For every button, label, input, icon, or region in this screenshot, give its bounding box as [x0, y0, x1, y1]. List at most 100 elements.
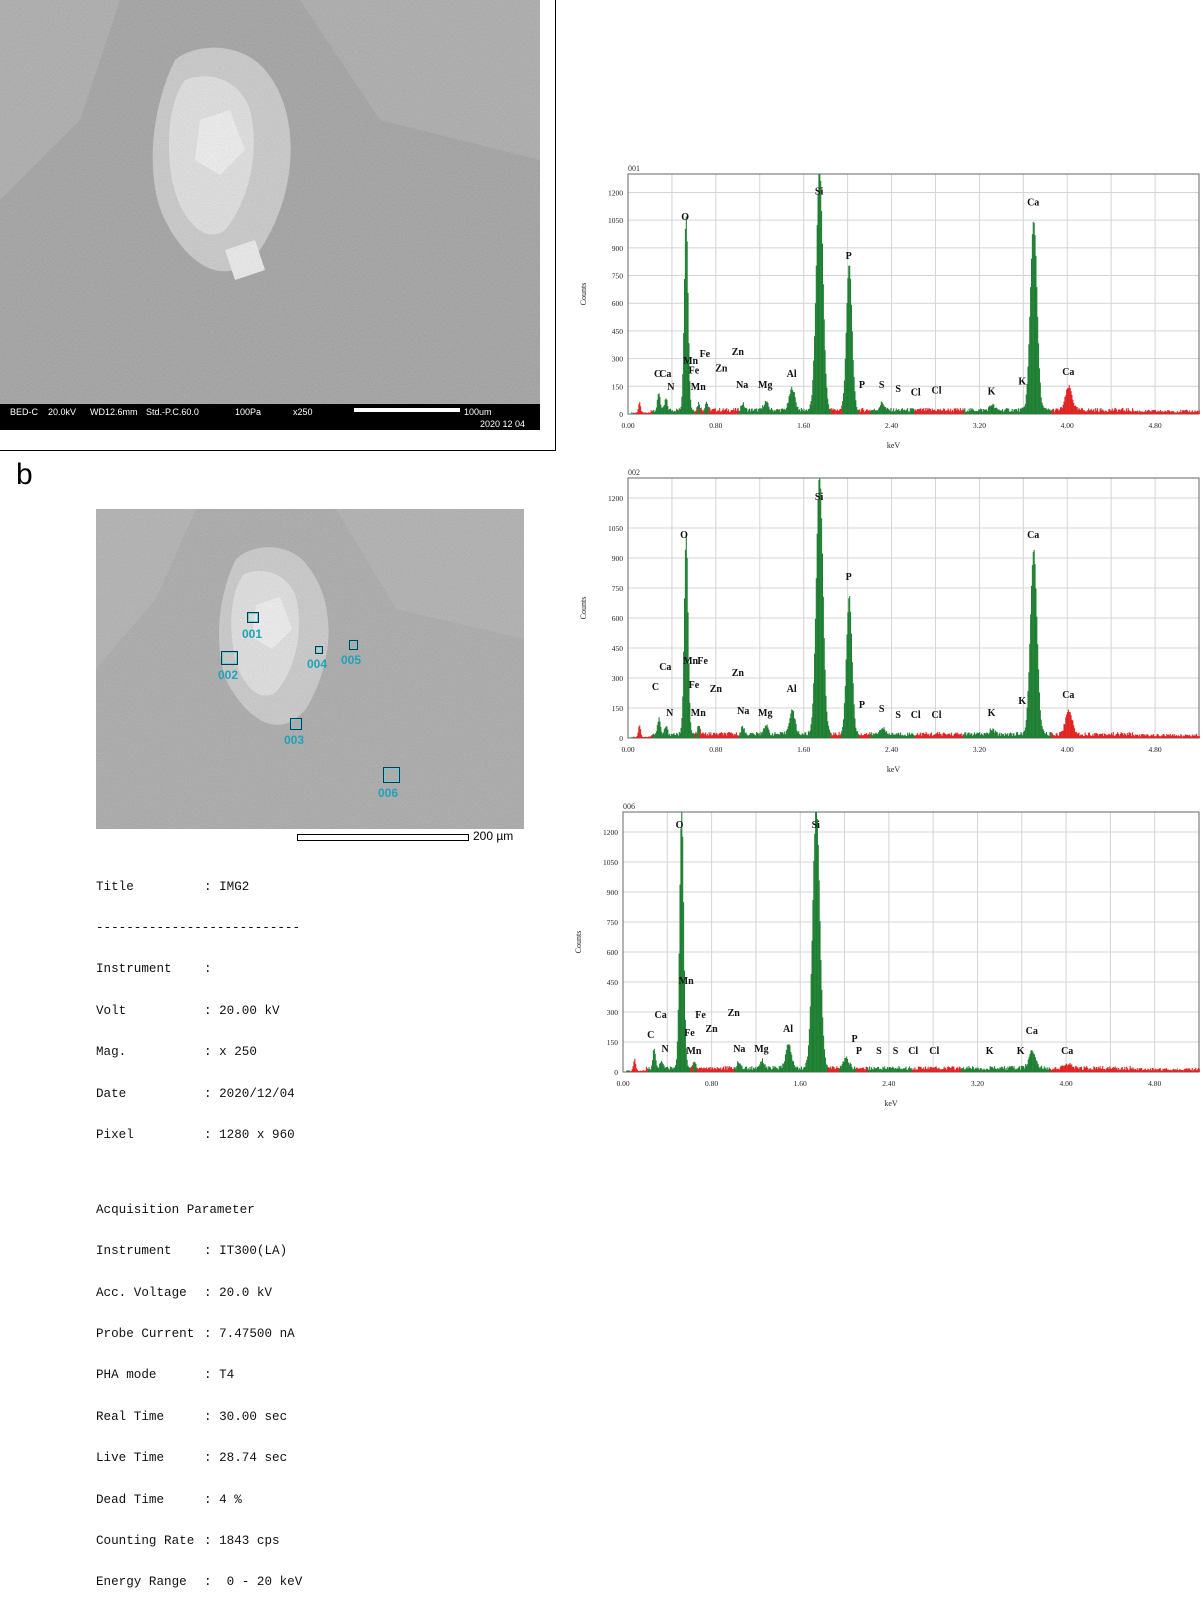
- element-label: S: [876, 1046, 882, 1057]
- roi-box-002[interactable]: [221, 651, 238, 665]
- x-tick-label: 2.40: [885, 745, 898, 754]
- plot-frame: [627, 173, 1200, 415]
- info-rate-value: 1843 cps: [219, 1534, 280, 1549]
- element-label: Mg: [754, 1044, 768, 1055]
- element-label: S: [895, 710, 901, 721]
- info-mag-label: Mag.: [96, 1045, 127, 1060]
- x-tick-label: 4.80: [1149, 421, 1162, 430]
- info-acq-heading: Acquisition Parameter: [96, 1202, 255, 1217]
- element-label: Zn: [728, 1008, 741, 1019]
- element-label: Mg: [758, 708, 772, 719]
- spectrum-title: 006: [623, 802, 635, 811]
- element-label: P: [859, 380, 865, 391]
- info-acc-label: Acc. Voltage: [96, 1285, 187, 1300]
- element-label: Cl: [908, 1046, 918, 1057]
- roi-box-004[interactable]: [315, 646, 323, 654]
- info-title-value: IMG2: [219, 879, 250, 894]
- info-dead-label: Dead Time: [96, 1492, 165, 1507]
- info-real-label: Real Time: [96, 1409, 165, 1424]
- y-tick-label: 600: [607, 948, 619, 957]
- element-label: S: [879, 380, 885, 391]
- info-probe-label: Probe Current: [96, 1327, 195, 1342]
- scale-label-b: 200 µm: [473, 829, 514, 843]
- element-label: Cl: [911, 710, 921, 721]
- element-label: N: [667, 382, 675, 393]
- scale-text: 100um: [464, 407, 492, 417]
- x-tick-label: 0.00: [621, 745, 634, 754]
- element-label: P: [851, 1034, 857, 1045]
- y-tick-label: 1050: [603, 858, 618, 867]
- element-label: O: [676, 820, 684, 831]
- y-tick-label: 150: [612, 382, 624, 391]
- element-label: Al: [783, 1024, 793, 1035]
- x-tick-label: 2.40: [885, 421, 898, 430]
- scale-bar-b: [297, 834, 469, 841]
- y-tick-label: 150: [607, 1038, 619, 1047]
- roi-box-005[interactable]: [349, 640, 358, 650]
- element-label: Si: [815, 186, 824, 197]
- roi-label-004: 004: [307, 657, 328, 671]
- y-tick-label: 1050: [608, 524, 623, 533]
- element-label: Al: [787, 684, 797, 695]
- element-label: K: [1017, 1046, 1025, 1057]
- element-label: Fe: [697, 656, 708, 667]
- element-label: Si: [815, 492, 824, 503]
- element-label: Zn: [732, 347, 745, 358]
- sem-image-a: [0, 0, 540, 404]
- x-tick-label: 0.80: [709, 421, 722, 430]
- roi-label-005: 005: [341, 653, 362, 667]
- scale-bar-a: [354, 408, 460, 412]
- panel-label-b: b: [16, 458, 33, 491]
- element-label: Zn: [732, 668, 745, 679]
- element-label: Zn: [705, 1024, 718, 1035]
- element-label: K: [986, 1046, 994, 1057]
- spectrum-002-svg: 002 0 150 300 450 600 750 900 1050 1200 0.00 0.80 1.…: [579, 468, 1200, 774]
- element-label: S: [895, 384, 901, 395]
- element-label: O: [680, 530, 688, 541]
- x-tick-label: 3.20: [973, 421, 986, 430]
- info-pixel-label: Pixel: [96, 1127, 134, 1142]
- std-text: Std.-P.C.60.0: [146, 407, 199, 417]
- x-tick-label: 1.60: [797, 421, 810, 430]
- y-tick-label: 300: [612, 674, 624, 683]
- info-energy-value: 0 - 20 keV: [219, 1575, 303, 1590]
- y-tick-label: 750: [612, 272, 624, 281]
- sem-info-bar-a: BED-C 20.0kV WD12.6mm Std.-P.C.60.0 100P…: [0, 404, 540, 430]
- y-axis-label: Counts: [579, 597, 588, 620]
- element-label: Ca: [1027, 197, 1039, 208]
- info-instrument-label: Instrument: [96, 962, 172, 977]
- info-real-value: 30.00 sec: [219, 1409, 288, 1424]
- y-axis-label: Counts: [579, 283, 588, 306]
- info-dead-value: 4 %: [219, 1492, 242, 1507]
- y-tick-label: 1200: [608, 188, 623, 197]
- element-label: Zn: [715, 364, 728, 375]
- x-tick-label: 4.00: [1061, 421, 1074, 430]
- y-tick-label: 600: [612, 299, 624, 308]
- element-label: Zn: [710, 684, 723, 695]
- roi-box-006[interactable]: [383, 767, 400, 783]
- element-label: Mn: [691, 382, 706, 393]
- info-live-label: Live Time: [96, 1451, 165, 1466]
- info-volt-value: 20.00 kV: [219, 1003, 280, 1018]
- roi-label-001: 001: [242, 627, 263, 641]
- y-tick-label: 900: [612, 244, 624, 253]
- y-tick-label: 600: [612, 614, 624, 623]
- element-label: S: [893, 1046, 899, 1057]
- info-date-value: 2020/12/04: [219, 1086, 295, 1101]
- info-rate-label: Counting Rate: [96, 1534, 195, 1549]
- element-label: Cl: [932, 386, 942, 397]
- spectrum-bin: [1198, 1068, 1200, 1072]
- element-label: Na: [733, 1044, 745, 1055]
- x-tick-label: 4.00: [1061, 745, 1074, 754]
- y-tick-label: 900: [612, 554, 624, 563]
- element-label: Fe: [689, 365, 700, 376]
- spectrum-title: 002: [628, 468, 640, 477]
- element-label: Ca: [1026, 1026, 1038, 1037]
- roi-box-001[interactable]: [247, 612, 259, 623]
- element-label: P: [846, 251, 852, 262]
- roi-box-003[interactable]: [290, 718, 302, 730]
- sem-texture-a: [0, 0, 540, 404]
- acquisition-info: Title: IMG2 --------------------------- …: [96, 879, 303, 1590]
- element-label: K: [988, 708, 996, 719]
- x-tick-label: 0.80: [709, 745, 722, 754]
